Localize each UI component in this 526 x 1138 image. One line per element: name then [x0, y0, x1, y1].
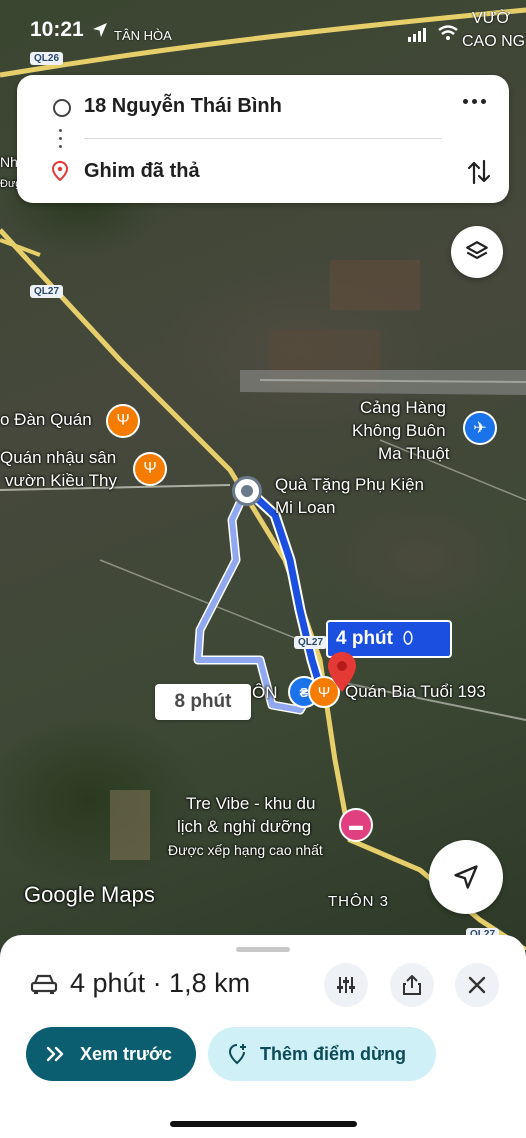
add-stop-button[interactable]: Thêm điểm dừng [208, 1027, 436, 1081]
map-label: THÔN 3 [328, 893, 390, 910]
map-label-tre-vibe[interactable]: Tre Vibe - khu du [186, 793, 315, 814]
recenter-button[interactable] [429, 840, 503, 914]
car-icon [30, 974, 58, 994]
map-label-quan-nhau[interactable]: vườn Kiều Thy [5, 470, 117, 491]
swap-icon[interactable] [467, 159, 491, 185]
route-alt-time: 8 phút [174, 691, 232, 712]
signal-icon [408, 28, 426, 42]
double-chevron-icon [46, 1046, 64, 1062]
origin-circle-icon [53, 99, 71, 117]
preview-label: Xem trước [80, 1043, 172, 1064]
route-card: 18 Nguyễn Thái Bình Ghim đã thả [17, 75, 509, 203]
wifi-icon [438, 25, 458, 40]
map-label-dan-quan[interactable]: o Đàn Quán [0, 409, 92, 430]
bottom-sheet[interactable]: 4 phút · 1,8 km Xem trước Thêm điểm dừng [0, 935, 526, 1138]
add-stop-icon [228, 1044, 246, 1065]
share-button[interactable] [390, 963, 434, 1007]
airport-icon[interactable]: ✈ [463, 411, 497, 445]
drag-handle[interactable] [236, 947, 290, 952]
route-alt-time-badge[interactable]: 8 phút [155, 684, 251, 720]
route-options-button[interactable] [324, 963, 368, 1007]
destination-field[interactable]: Ghim đã thả [84, 160, 200, 183]
status-map-text: VƯỜ [472, 10, 511, 27]
leaf-icon: ⬯ [403, 630, 414, 647]
status-map-text: CAO NG [462, 33, 526, 50]
hotel-icon[interactable]: ▬ [339, 808, 373, 842]
map-label: Nh [0, 154, 18, 170]
close-button[interactable] [455, 963, 499, 1007]
restaurant-icon[interactable]: Ψ [133, 452, 167, 486]
route-primary-time: 4 phút [336, 628, 393, 649]
origin-field[interactable]: 18 Nguyễn Thái Bình [84, 95, 282, 118]
map-label-quan-nhau[interactable]: Quán nhậu sân [0, 447, 116, 468]
map-label: ÔN [252, 683, 278, 702]
share-icon [403, 975, 421, 995]
map-label-tre-vibe[interactable]: lịch & nghỉ dưỡng [177, 816, 311, 837]
map-label-airport[interactable]: Cảng Hàng [360, 397, 446, 418]
map-label-qua-tang[interactable]: Quà Tặng Phụ Kiện [275, 474, 424, 495]
route-summary: 4 phút · 1,8 km [70, 968, 251, 998]
map-label-airport[interactable]: Ma Thuột [378, 443, 450, 464]
more-options-icon[interactable] [463, 99, 486, 104]
layers-icon [466, 241, 488, 260]
map-label-tre-vibe-rating: Được xếp hạng cao nhất [168, 842, 323, 858]
status-time: 10:21 [30, 18, 84, 41]
origin-marker-icon[interactable] [232, 476, 262, 506]
sliders-icon [337, 977, 355, 993]
close-icon [468, 976, 486, 994]
home-indicator [170, 1121, 357, 1127]
map-label-airport[interactable]: Không Buôn [352, 420, 446, 441]
map-label-qua-tang[interactable]: Mi Loan [275, 497, 335, 518]
status-bar: 10:21 TÂN HÒA VƯỜ CAO NG [0, 0, 526, 50]
layers-button[interactable] [451, 226, 503, 278]
status-place: TÂN HÒA [114, 28, 172, 43]
location-arrow-icon [93, 23, 107, 37]
add-stop-label: Thêm điểm dừng [260, 1043, 407, 1064]
restaurant-icon[interactable]: Ψ [106, 404, 140, 438]
road-tag-ql27: QL27 [294, 636, 328, 649]
road-tag-ql26: QL26 [30, 52, 64, 65]
pin-icon [52, 161, 68, 181]
map-label-quan-bia[interactable]: Quán Bia Tuổi 193 [345, 681, 486, 702]
preview-button[interactable]: Xem trước [26, 1027, 196, 1081]
road-tag-ql27: QL27 [30, 285, 64, 298]
google-maps-logo: Google Maps [24, 882, 155, 907]
navigation-arrow-icon [454, 865, 478, 889]
